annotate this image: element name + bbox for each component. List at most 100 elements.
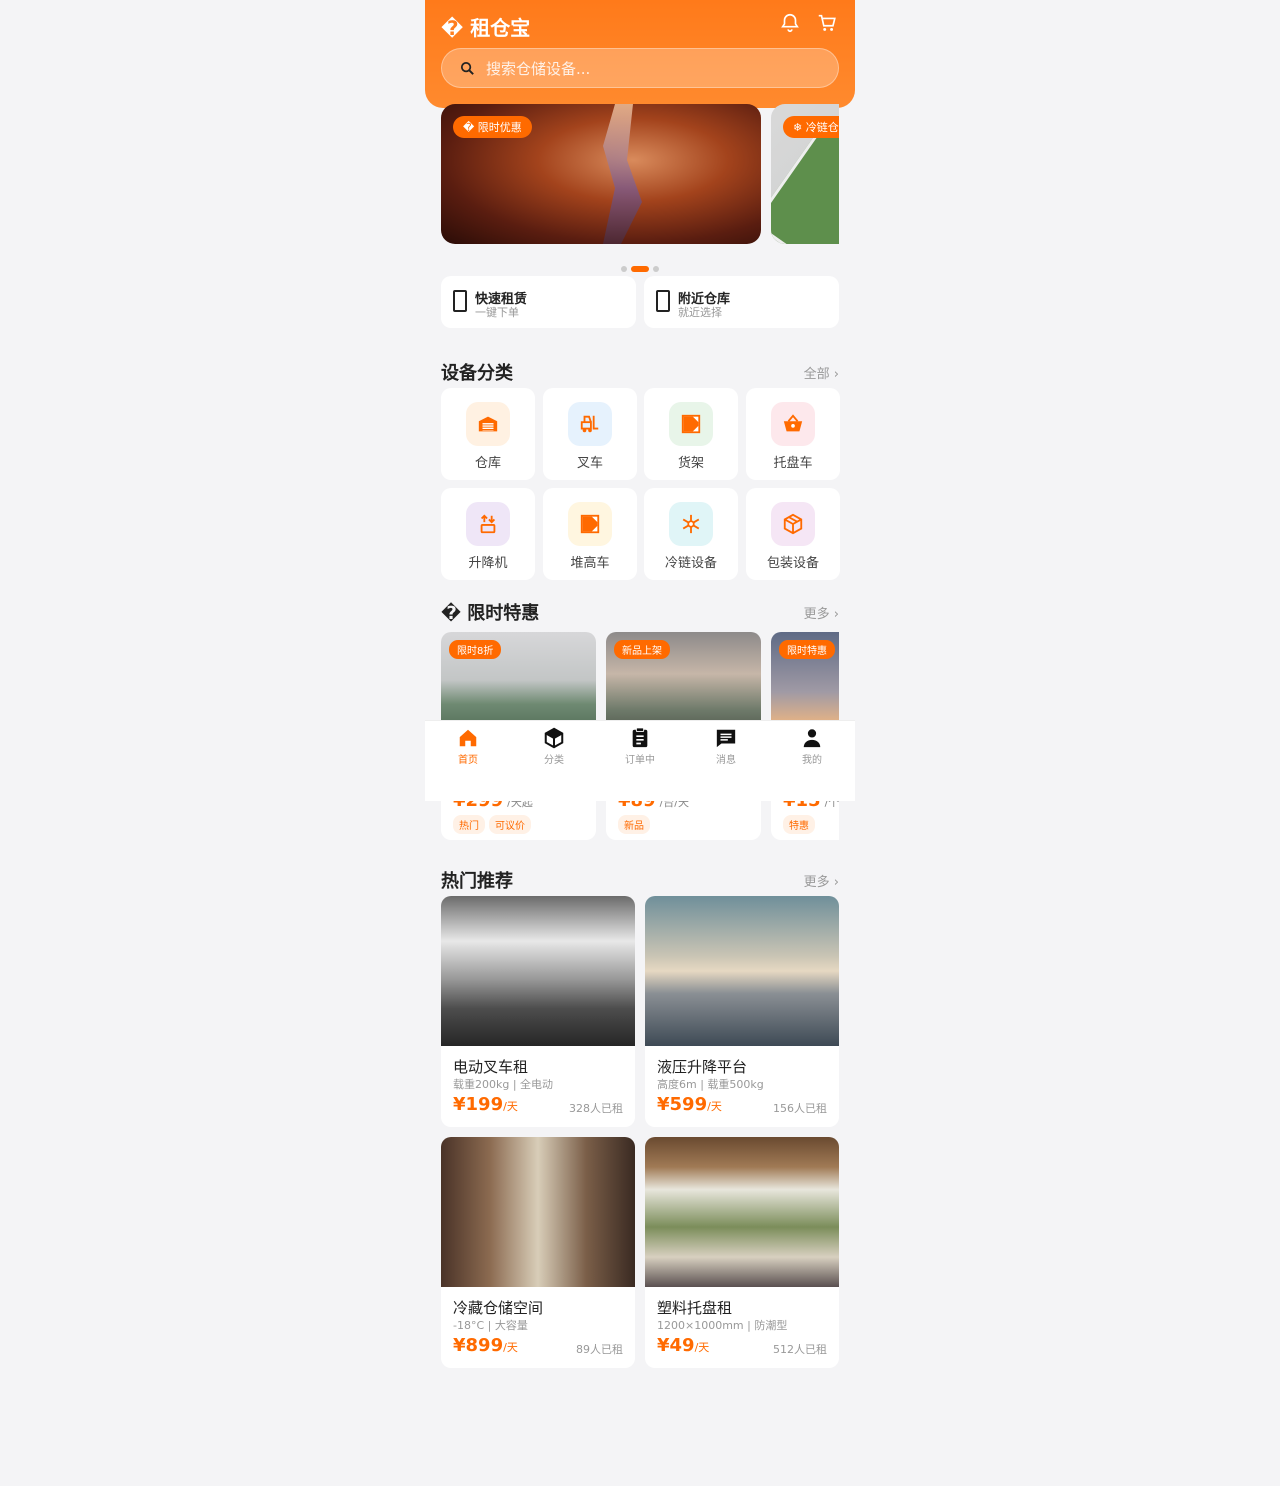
lift-icon <box>466 502 510 546</box>
product-rented-count: 156人已租 <box>773 1102 827 1115</box>
product-card[interactable]: 冷藏仓储空间 -18°C | 大容量 ¥899/天 89人已租 <box>441 1137 635 1368</box>
category-label: 货架 <box>677 456 704 471</box>
banner-tag: ❄ 冷链仓 <box>783 116 839 138</box>
product-image <box>441 1137 635 1287</box>
carousel-dot[interactable] <box>621 265 627 272</box>
search-input[interactable] <box>484 49 828 89</box>
category-item[interactable]: 升降机 <box>441 488 535 580</box>
user-icon <box>803 729 821 748</box>
category-label: 升降机 <box>468 556 508 571</box>
product-image <box>645 1137 839 1287</box>
bottom-tab-bar: 首页 分类 订单中 消息 我的 <box>425 720 855 801</box>
tab-label: 我的 <box>802 755 822 766</box>
nearby-warehouse-card[interactable]: 附近仓库 就近选择 <box>644 276 839 328</box>
basket-icon <box>771 402 815 446</box>
section-title-deals: � 限时特惠 <box>441 603 540 624</box>
quick-subtitle: 就近选择 <box>678 306 722 319</box>
carousel-dots <box>425 258 855 277</box>
category-item[interactable]: 包装设备 <box>746 488 840 580</box>
category-label: 堆高车 <box>570 556 610 571</box>
product-spec: 1200×1000mm | 防潮型 <box>657 1319 788 1332</box>
quick-rent-card[interactable]: 快速租赁 一键下单 <box>441 276 636 328</box>
category-item[interactable]: 托盘车 <box>746 388 840 480</box>
category-label: 包装设备 <box>766 556 819 571</box>
header-bar: � 租仓宝 <box>425 0 855 108</box>
banner-card[interactable]: � 限时优惠 <box>441 104 761 244</box>
tab-label: 消息 <box>716 755 736 766</box>
forklift-icon <box>568 402 612 446</box>
tab-orders[interactable]: 订单中 <box>597 727 683 766</box>
snowflake-icon <box>669 502 713 546</box>
products-more-link[interactable]: 更多 › <box>804 871 839 890</box>
product-rented-count: 89人已租 <box>576 1343 623 1356</box>
product-card[interactable]: 塑料托盘租 1200×1000mm | 防潮型 ¥49/天 512人已租 <box>645 1137 839 1368</box>
search-bar[interactable] <box>441 48 839 89</box>
deal-tag: 限时8折 <box>449 640 502 659</box>
search-icon <box>460 61 474 75</box>
tab-profile[interactable]: 我的 <box>769 727 855 766</box>
cube-icon <box>544 727 564 749</box>
product-spec: -18°C | 大容量 <box>453 1319 528 1332</box>
deal-chips: 热门 可议价 <box>453 814 535 834</box>
category-item[interactable]: 堆高车 <box>543 488 637 580</box>
package-icon <box>771 502 815 546</box>
product-image <box>645 896 839 1046</box>
phone-icon <box>453 290 467 312</box>
tab-home[interactable]: 首页 <box>425 727 511 766</box>
deal-chips: 新品 <box>618 814 654 834</box>
deal-chip: 新品 <box>618 815 650 834</box>
category-item[interactable]: 冷链设备 <box>644 488 738 580</box>
product-spec: 高度6m | 载重500kg <box>657 1078 764 1091</box>
banner-carousel[interactable]: � 限时优惠 ❄ 冷链仓 <box>441 104 839 244</box>
deal-chip: 热门 <box>453 815 485 834</box>
home-icon <box>459 729 477 747</box>
tab-label: 订单中 <box>625 755 655 766</box>
section-title-categories: 设备分类 <box>441 363 513 384</box>
product-name: 液压升降平台 <box>657 1058 748 1076</box>
product-card[interactable]: 电动叉车租 载重200kg | 全电动 ¥199/天 328人已租 <box>441 896 635 1127</box>
tab-label: 分类 <box>544 755 564 766</box>
category-label: 托盘车 <box>773 456 813 471</box>
app-screen: � 租仓宝 � 限时优惠 ❄ 冷链仓 <box>425 0 855 1486</box>
shelf-icon <box>669 402 713 446</box>
app-brand: � 租仓宝 <box>441 16 531 40</box>
carousel-dot[interactable] <box>631 265 649 272</box>
banner-image <box>771 120 839 244</box>
deal-tag: 限时特惠 <box>779 640 835 659</box>
category-item[interactable]: 货架 <box>644 388 738 480</box>
product-spec: 载重200kg | 全电动 <box>453 1078 554 1091</box>
tab-label: 首页 <box>458 755 478 766</box>
banner-card[interactable]: ❄ 冷链仓 <box>771 104 839 244</box>
location-icon <box>656 290 670 312</box>
product-rented-count: 512人已租 <box>773 1343 827 1356</box>
warehouse-icon <box>466 402 510 446</box>
bell-icon[interactable] <box>779 12 801 34</box>
clipboard-icon <box>632 727 648 748</box>
product-name: 电动叉车租 <box>453 1058 529 1076</box>
section-title-products: 热门推荐 <box>441 871 513 892</box>
category-label: 冷链设备 <box>664 556 717 571</box>
tab-messages[interactable]: 消息 <box>683 727 769 766</box>
category-item[interactable]: 叉车 <box>543 388 637 480</box>
stacker-icon <box>568 502 612 546</box>
quick-subtitle: 一键下单 <box>475 306 519 319</box>
category-item[interactable]: 仓库 <box>441 388 535 480</box>
product-rented-count: 328人已租 <box>569 1102 623 1115</box>
category-label: 仓库 <box>474 456 501 471</box>
deal-chips: 特惠 <box>783 814 819 834</box>
cart-icon[interactable] <box>816 12 838 34</box>
carousel-dot[interactable] <box>653 265 659 272</box>
deals-more-link[interactable]: 更多 › <box>804 603 839 622</box>
deal-chip: 可议价 <box>489 815 531 834</box>
banner-image <box>603 104 642 244</box>
tab-category[interactable]: 分类 <box>511 727 597 766</box>
categories-more-link[interactable]: 全部 › <box>804 363 839 382</box>
product-name: 塑料托盘租 <box>657 1299 733 1317</box>
product-price: ¥599/天 <box>657 1094 722 1115</box>
product-card[interactable]: 液压升降平台 高度6m | 载重500kg ¥599/天 156人已租 <box>645 896 839 1127</box>
product-image <box>441 896 635 1046</box>
product-name: 冷藏仓储空间 <box>453 1299 544 1317</box>
deal-tag: 新品上架 <box>614 640 670 659</box>
product-price: ¥199/天 <box>453 1094 518 1115</box>
product-price: ¥49/天 <box>657 1335 710 1356</box>
